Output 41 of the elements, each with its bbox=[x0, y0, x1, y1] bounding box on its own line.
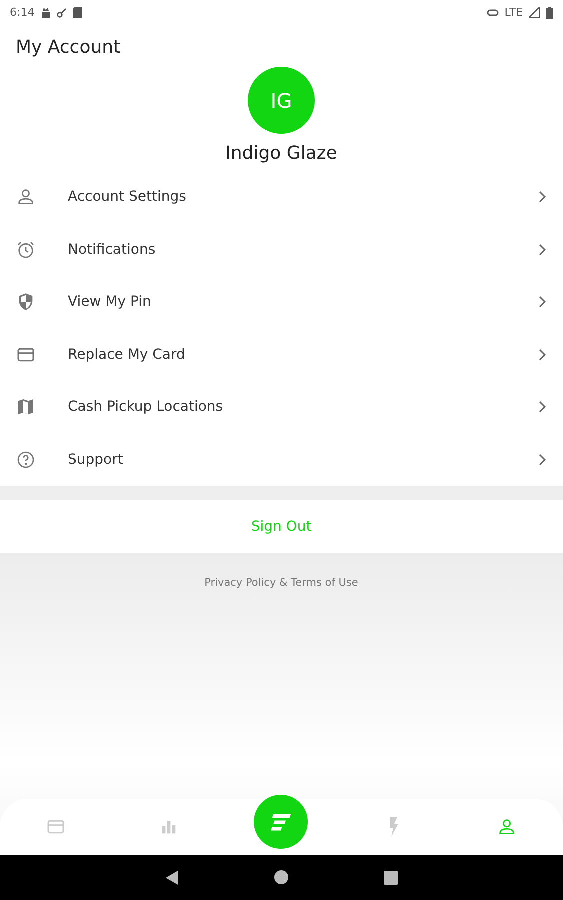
page-title: My Account bbox=[15, 36, 122, 60]
chevron-right-icon bbox=[537, 348, 547, 362]
person-icon bbox=[496, 817, 517, 837]
android-icon bbox=[40, 8, 51, 18]
menu-item[interactable]: Cash Pickup Locations bbox=[0, 381, 563, 434]
chevron-right-icon bbox=[537, 400, 547, 414]
menu-item[interactable]: Account Settings bbox=[0, 171, 563, 224]
menu-item[interactable]: View My Pin bbox=[0, 276, 563, 328]
status-time: 6:14 bbox=[10, 6, 35, 19]
nav-tab[interactable] bbox=[496, 817, 517, 837]
menu-label: Replace My Card bbox=[68, 346, 186, 363]
key-icon bbox=[56, 8, 67, 18]
menu-item[interactable]: Notifications bbox=[0, 224, 563, 276]
battery-icon bbox=[546, 6, 553, 18]
menu-label: View My Pin bbox=[68, 294, 152, 310]
chevron-right-icon bbox=[537, 295, 547, 310]
back-icon[interactable] bbox=[165, 870, 179, 886]
avatar: IG bbox=[248, 67, 315, 134]
signal-icon bbox=[529, 7, 540, 18]
network-type: LTE bbox=[504, 6, 523, 19]
help-icon bbox=[16, 450, 36, 470]
menu-item[interactable]: Support bbox=[0, 434, 563, 486]
nav-tab[interactable] bbox=[388, 817, 400, 837]
menu-item[interactable]: Replace My Card bbox=[0, 328, 563, 381]
map-icon bbox=[16, 397, 36, 418]
home-icon[interactable] bbox=[274, 870, 289, 885]
chevron-right-icon bbox=[537, 190, 547, 204]
alarm-clock-icon bbox=[16, 240, 36, 260]
menu-label: Account Settings bbox=[68, 189, 188, 206]
menu-label: Cash Pickup Locations bbox=[68, 399, 224, 416]
link-icon bbox=[486, 8, 499, 16]
recents-icon[interactable] bbox=[384, 870, 398, 884]
lightning-icon bbox=[388, 817, 400, 837]
person-icon bbox=[16, 187, 36, 208]
user-name: Indigo Glaze bbox=[224, 143, 338, 164]
chevron-right-icon bbox=[537, 242, 547, 257]
sd-card-icon bbox=[72, 7, 82, 18]
privacy-terms-link[interactable]: Privacy Policy & Terms of Use bbox=[204, 577, 358, 589]
chevron-right-icon bbox=[537, 452, 547, 467]
menu-label: Notifications bbox=[68, 242, 157, 258]
menu-label: Support bbox=[68, 452, 124, 468]
